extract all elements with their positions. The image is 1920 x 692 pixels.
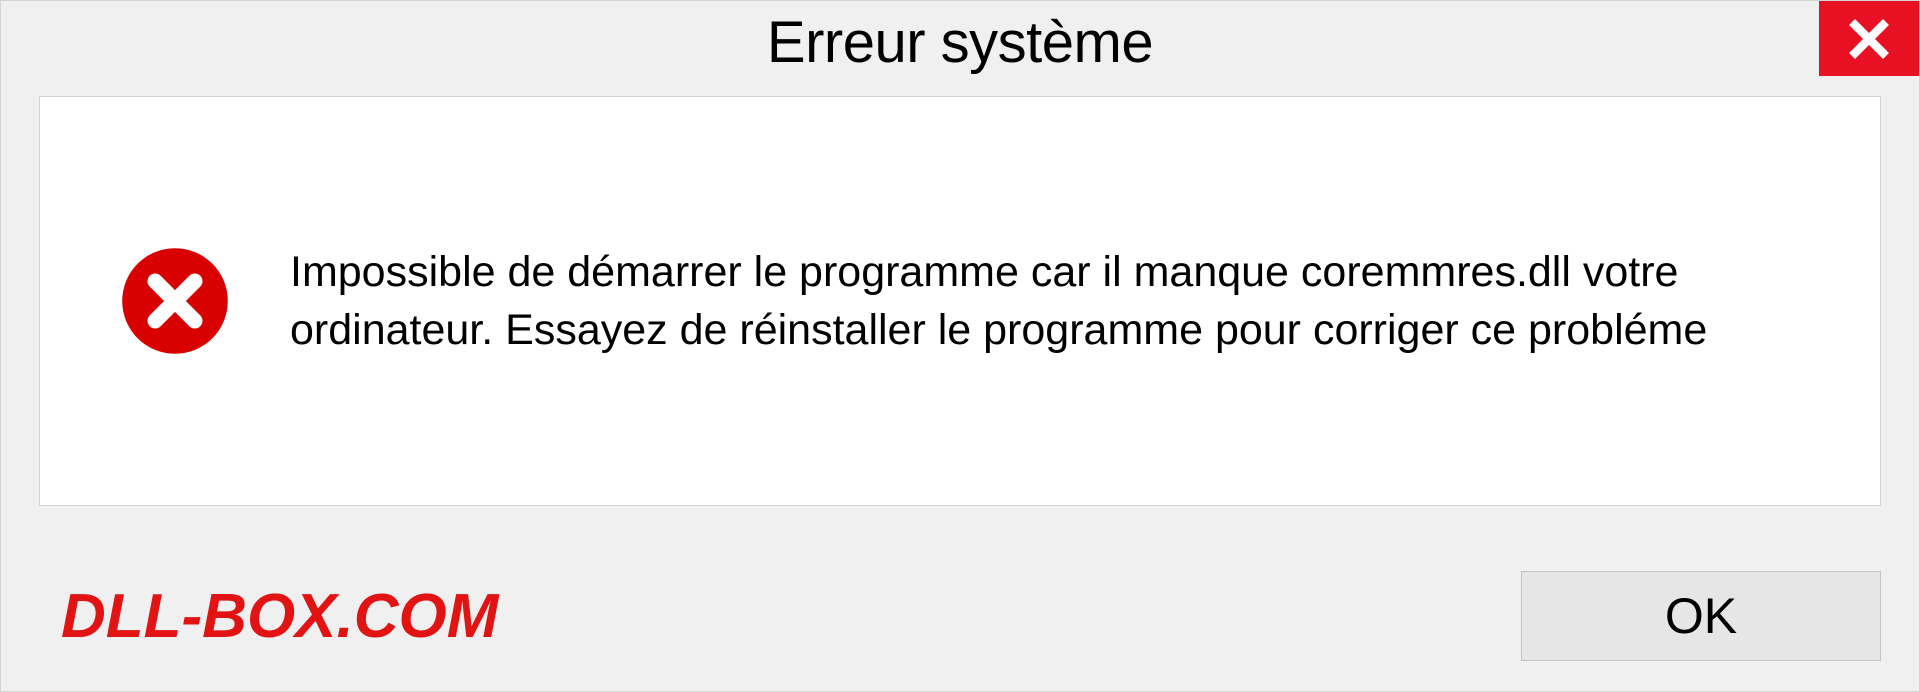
watermark-text: DLL-BOX.COM (61, 581, 498, 652)
error-icon (120, 246, 230, 356)
error-dialog: Erreur système Impossible de démarrer le… (0, 0, 1920, 692)
close-icon (1845, 15, 1893, 63)
ok-button[interactable]: OK (1521, 571, 1881, 661)
titlebar: Erreur système (1, 1, 1919, 96)
dialog-title: Erreur système (767, 9, 1153, 76)
error-message: Impossible de démarrer le programme car … (290, 243, 1820, 359)
content-frame: Impossible de démarrer le programme car … (39, 96, 1881, 506)
close-button[interactable] (1819, 1, 1919, 76)
dialog-footer: DLL-BOX.COM OK (1, 541, 1919, 691)
